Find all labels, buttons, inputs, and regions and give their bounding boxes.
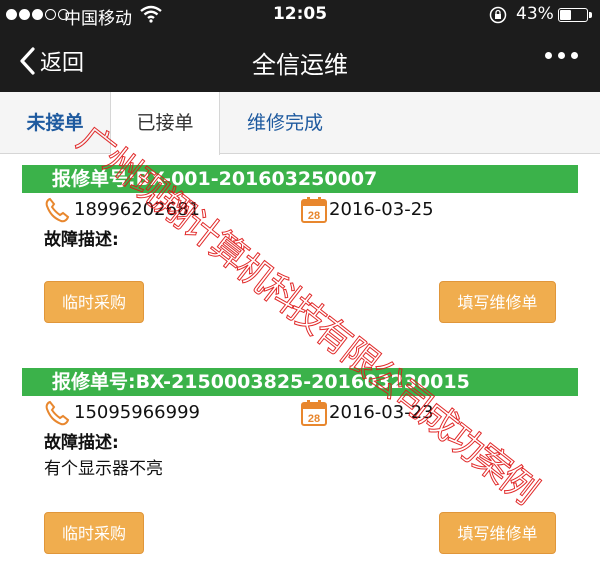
status-bar: 中国移动 12:05 43%	[0, 0, 600, 30]
nav-bar: 返回 全信运维	[0, 30, 600, 92]
temporary-purchase-button[interactable]: 临时采购	[44, 512, 144, 554]
fill-repair-form-button[interactable]: 填写维修单	[439, 281, 556, 323]
svg-text:28: 28	[308, 210, 320, 222]
fault-description-label: 故障描述:	[44, 230, 119, 250]
tab-bar: 未接单 已接单 维修完成	[0, 92, 600, 155]
order-info-row: 18996202681 28 2016-03-25	[22, 195, 578, 225]
phone-icon	[45, 197, 70, 223]
calendar-icon: 28	[301, 197, 327, 223]
tab-accepted[interactable]: 已接单	[110, 92, 220, 155]
order-date: 2016-03-23	[329, 402, 434, 423]
fill-repair-form-button[interactable]: 填写维修单	[439, 512, 556, 554]
temporary-purchase-button[interactable]: 临时采购	[44, 281, 144, 323]
status-time: 12:05	[272, 4, 328, 24]
svg-text:28: 28	[308, 413, 320, 425]
fault-description-text: 有个显示器不亮	[44, 459, 163, 479]
order-list: 报修单号:BX-001-201603250007 18996202681 28 …	[0, 155, 600, 584]
phone-number: 15095966999	[74, 402, 200, 423]
order-date: 2016-03-25	[329, 199, 434, 220]
battery-percent: 43%	[516, 4, 554, 24]
battery-level	[560, 10, 571, 20]
page-title: 全信运维	[252, 51, 348, 79]
rotation-lock-icon	[489, 6, 507, 24]
tab-repair-completed[interactable]: 维修完成	[220, 92, 350, 154]
tab-not-accepted[interactable]: 未接单	[0, 92, 110, 154]
phone-number: 18996202681	[74, 199, 200, 220]
battery-icon	[558, 8, 592, 22]
fault-description-label: 故障描述:	[44, 433, 119, 453]
phone-icon	[45, 400, 70, 426]
more-options-icon[interactable]	[545, 52, 578, 59]
order-card: 报修单号:BX-001-201603250007 18996202681 28 …	[22, 165, 578, 323]
calendar-icon: 28	[301, 400, 327, 426]
order-info-row: 15095966999 28 2016-03-23	[22, 398, 578, 428]
order-number: 报修单号:BX-2150003825-201603230015	[22, 368, 578, 396]
order-card: 报修单号:BX-2150003825-201603230015 15095966…	[22, 368, 578, 554]
order-number: 报修单号:BX-001-201603250007	[22, 165, 578, 193]
